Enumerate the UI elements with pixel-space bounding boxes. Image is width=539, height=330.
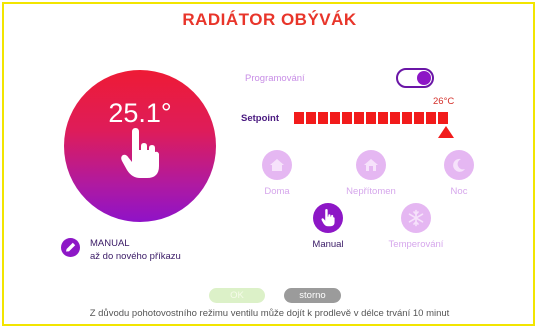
mode-temperovani[interactable]: Temperování xyxy=(366,203,466,250)
snowflake-icon xyxy=(408,209,424,227)
setpoint-segment[interactable] xyxy=(402,112,412,124)
mode-manual-label: Manual xyxy=(312,239,344,250)
storno-button[interactable]: storno xyxy=(284,288,341,303)
mode-noc-label: Noc xyxy=(450,186,468,197)
notice-text: Z důvodu pohotovostního režimu ventilu m… xyxy=(89,308,450,319)
setpoint-segment[interactable] xyxy=(390,112,400,124)
hand-icon xyxy=(121,128,159,178)
setpoint-value: 26°C xyxy=(433,96,455,107)
programovani-label: Programování xyxy=(245,73,305,84)
setpoint-slider[interactable] xyxy=(294,112,448,124)
toggle-knob xyxy=(417,71,431,85)
mode-neprítomen[interactable]: Nepřítomen xyxy=(321,150,421,197)
setpoint-segment[interactable] xyxy=(438,112,448,124)
mode-neprítomen-label: Nepřítomen xyxy=(346,186,396,197)
home-away-icon xyxy=(364,159,378,171)
mode-temperovani-button[interactable] xyxy=(401,203,431,233)
mode-manual[interactable]: Manual xyxy=(278,203,378,250)
mode-doma-button[interactable] xyxy=(262,150,292,180)
mode-temperovani-label: Temperování xyxy=(388,239,444,250)
manual-status: MANUAL až do nového příkazu xyxy=(90,237,181,263)
mode-manual-button[interactable] xyxy=(313,203,343,233)
home-icon xyxy=(270,159,284,171)
setpoint-segment[interactable] xyxy=(366,112,376,124)
programovani-toggle[interactable] xyxy=(396,68,434,88)
mode-neprítomen-button[interactable] xyxy=(356,150,386,180)
setpoint-segment[interactable] xyxy=(354,112,364,124)
ok-button[interactable]: OK xyxy=(209,288,265,303)
setpoint-segment[interactable] xyxy=(294,112,304,124)
setpoint-segment[interactable] xyxy=(378,112,388,124)
setpoint-segment[interactable] xyxy=(342,112,352,124)
mode-noc-button[interactable] xyxy=(444,150,474,180)
pencil-icon xyxy=(66,242,76,252)
setpoint-segment[interactable] xyxy=(414,112,424,124)
setpoint-segment[interactable] xyxy=(426,112,436,124)
edit-button[interactable] xyxy=(61,238,80,257)
mode-doma-label: Doma xyxy=(264,186,290,197)
setpoint-segment[interactable] xyxy=(306,112,316,124)
current-temperature: 25.1° xyxy=(108,98,172,128)
setpoint-segment[interactable] xyxy=(318,112,328,124)
setpoint-segment[interactable] xyxy=(330,112,340,124)
manual-status-line2: až do nového příkazu xyxy=(90,251,181,262)
temperature-dial[interactable]: 25.1° xyxy=(64,70,216,222)
mode-doma[interactable]: Doma xyxy=(227,150,327,197)
setpoint-marker[interactable] xyxy=(438,126,454,138)
manual-status-line1: MANUAL xyxy=(90,238,130,249)
mode-noc[interactable]: Noc xyxy=(409,150,509,197)
setpoint-label: Setpoint xyxy=(241,113,279,124)
hand-icon xyxy=(321,209,335,227)
page-title: RADIÁTOR OBÝVÁK xyxy=(182,10,357,29)
moon-icon xyxy=(453,158,465,172)
